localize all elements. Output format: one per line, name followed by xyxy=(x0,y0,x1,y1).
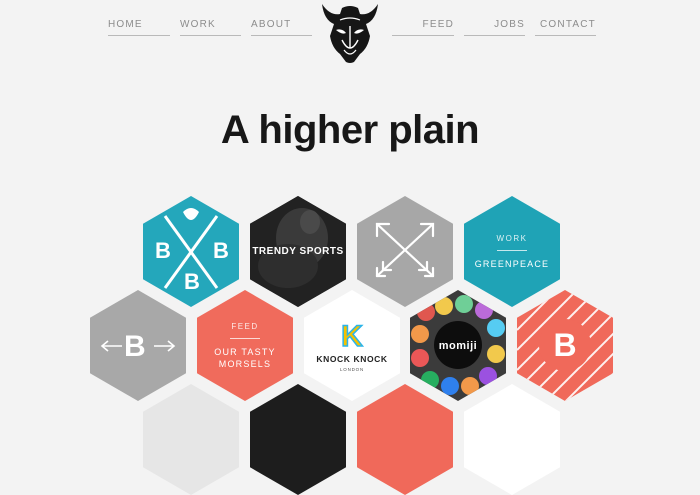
tile-row3-coral[interactable] xyxy=(357,384,453,495)
tile-row3-dark[interactable] xyxy=(250,384,346,495)
tile-trendy-sports[interactable]: TRENDY SPORTS xyxy=(250,196,346,307)
striped-b-icon: B xyxy=(517,290,613,401)
tile-title-label: GREENPEACE xyxy=(474,258,550,269)
knock-knock-city: LONDON xyxy=(340,367,364,372)
tile-divider xyxy=(497,249,527,251)
bb-letter-bottom: B xyxy=(184,269,200,294)
nav-work[interactable]: WORK xyxy=(180,19,241,36)
knock-knock-name: KNOCK KNOCK xyxy=(316,354,388,364)
tile-trendy-sports-label: TRENDY SPORTS xyxy=(252,246,344,257)
nav-jobs[interactable]: JOBS xyxy=(464,19,525,36)
nav-contact[interactable]: CONTACT xyxy=(535,19,596,36)
tile-momiji-label: momiji xyxy=(438,339,478,352)
nav-feed[interactable]: FEED xyxy=(392,19,454,36)
tile-feed-morsels[interactable]: FEED OUR TASTY MORSELS xyxy=(197,290,293,401)
nav-home[interactable]: HOME xyxy=(108,19,170,36)
tile-row3-photo[interactable] xyxy=(143,384,239,495)
tile-momiji[interactable]: momiji xyxy=(410,290,506,401)
tile-title-line2: MORSELS xyxy=(218,358,272,369)
tile-row3-white[interactable] xyxy=(464,384,560,495)
b-arrows-letter: B xyxy=(124,330,146,363)
tile-work-greenpeace[interactable]: WORK GREENPEACE xyxy=(464,196,560,307)
tile-b-arrows[interactable]: B xyxy=(90,290,186,401)
tile-title-line1: OUR TASTY xyxy=(214,346,276,357)
crossed-arrows-icon xyxy=(375,222,435,278)
tile-crossed-arrows[interactable] xyxy=(357,196,453,307)
tile-divider xyxy=(230,337,260,339)
bb-letter-right: B xyxy=(213,238,229,263)
tile-bb-logo[interactable]: B B B xyxy=(143,196,239,307)
bison-head-icon[interactable] xyxy=(320,0,380,66)
knock-knock-letter: K xyxy=(341,320,363,353)
tile-knock-knock[interactable]: K KNOCK KNOCK LONDON xyxy=(304,290,400,401)
nav-about[interactable]: ABOUT xyxy=(251,19,312,36)
bb-crossed-lines-icon: B B B xyxy=(155,208,229,294)
striped-b-letter: B xyxy=(553,327,576,363)
tile-category-label: WORK xyxy=(496,233,528,243)
tile-category-label: FEED xyxy=(231,321,259,331)
double-arrow-icon: B xyxy=(100,330,176,363)
bb-letter-left: B xyxy=(155,238,171,263)
page-headline: A higher plain xyxy=(220,108,480,152)
knock-knock-logo: K KNOCK KNOCK LONDON xyxy=(316,319,388,372)
tile-striped-b[interactable]: B xyxy=(517,290,613,401)
